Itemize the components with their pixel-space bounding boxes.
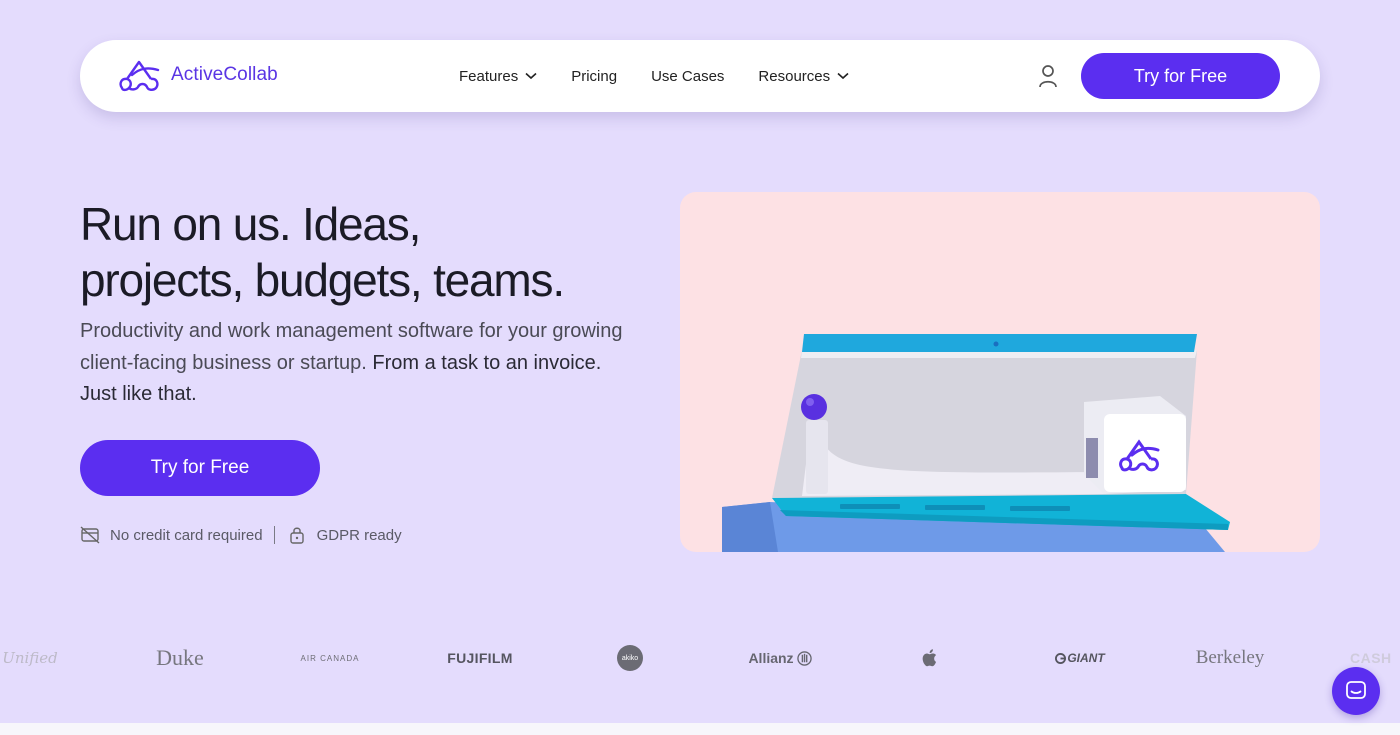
- menu-item-label: Resources: [758, 67, 831, 85]
- badge-label: GDPR ready: [316, 526, 402, 544]
- brand-name: ActiveCollab: [171, 64, 278, 85]
- allianz-eagle-icon: [796, 650, 812, 666]
- client-logo-text: GIANT: [1067, 651, 1105, 665]
- chevron-down-icon: [525, 72, 537, 80]
- hero-title-line: projects, budgets, teams.: [80, 254, 565, 306]
- menu-item-label: Pricing: [571, 67, 618, 85]
- activecollab-logo-icon: [119, 60, 160, 92]
- lock-icon: [289, 527, 304, 544]
- brand-logo[interactable]: ActiveCollab: [118, 58, 278, 92]
- hero-try-for-free-button[interactable]: Try for Free: [80, 440, 320, 496]
- chat-launcher-button[interactable]: [1332, 667, 1380, 715]
- hero-title: Run on us. Ideas, projects, budgets, tea…: [80, 196, 640, 308]
- menu-item-label: Features: [459, 67, 519, 85]
- next-section-edge: [0, 723, 1400, 735]
- menu-item-label: Use Cases: [651, 67, 725, 85]
- hero-subtitle: Productivity and work management softwar…: [80, 316, 640, 411]
- menu-item-use-cases[interactable]: Use Cases: [651, 68, 724, 85]
- giant-logo-icon: [1055, 652, 1067, 664]
- client-logo-apple: [905, 638, 955, 678]
- client-logo-giant: GIANT: [1030, 638, 1130, 678]
- menu-item-pricing[interactable]: Pricing: [571, 68, 617, 85]
- user-icon[interactable]: [1037, 64, 1059, 88]
- hero-title-line: Run on us. Ideas,: [80, 198, 421, 250]
- client-logo-strip: Unified Duke AIR CANADA FUJIFILM akiko A…: [0, 638, 1400, 678]
- client-logo-text: Allianz: [748, 650, 794, 666]
- menu-item-features[interactable]: Features: [459, 68, 537, 85]
- badge-no-credit-card: No credit card required: [80, 526, 263, 544]
- no-credit-card-icon: [80, 526, 100, 544]
- menu-item-resources[interactable]: Resources: [758, 68, 849, 85]
- apple-logo-icon: [922, 649, 936, 667]
- laptop-illustration: [722, 334, 1230, 552]
- top-navigation: ActiveCollab Features Pricing Use Cases …: [80, 40, 1320, 112]
- badge-divider: [273, 526, 275, 544]
- client-logo-duke: Duke: [156, 645, 204, 670]
- client-logo-air-canada: AIR CANADA: [300, 653, 360, 663]
- main-menu: Features Pricing Use Cases Resources: [459, 40, 883, 112]
- chat-icon: [1346, 681, 1366, 699]
- client-logo-berkeley: Berkeley: [1195, 647, 1265, 668]
- trust-badges: No credit card required GDPR ready: [80, 526, 402, 544]
- chevron-down-icon: [837, 72, 849, 80]
- hero-illustration: [680, 192, 1320, 552]
- nav-try-for-free-button[interactable]: Try for Free: [1081, 53, 1280, 99]
- client-logo-unified: Unified: [2, 649, 58, 667]
- akiko-badge: akiko: [617, 645, 643, 671]
- badge-gdpr: GDPR ready: [287, 526, 402, 544]
- client-logo-allianz: Allianz: [730, 638, 830, 678]
- badge-label: No credit card required: [110, 526, 263, 544]
- client-logo-akiko: akiko: [600, 638, 660, 678]
- client-logo-fujifilm: FUJIFILM: [447, 650, 513, 666]
